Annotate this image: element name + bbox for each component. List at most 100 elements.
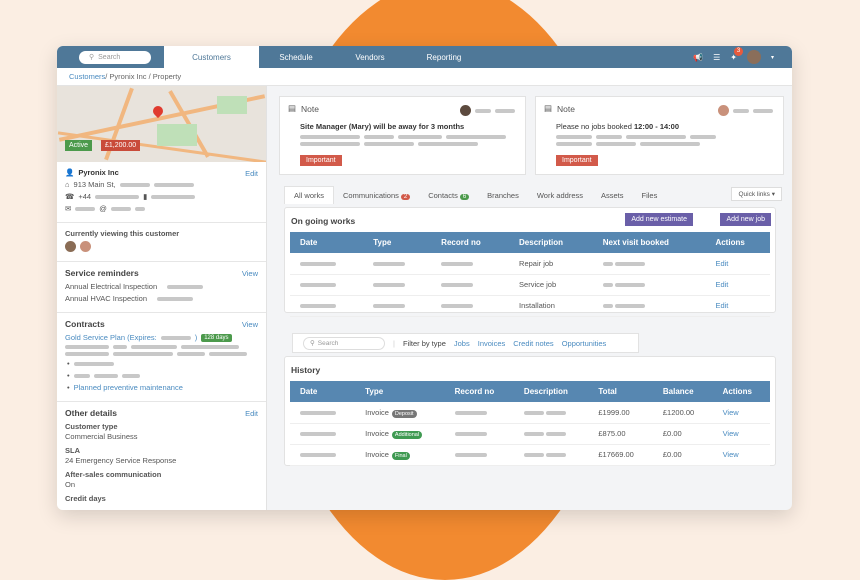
edit-customer-link[interactable]: Edit (245, 169, 258, 178)
history-search-input[interactable]: ⚲ Search (303, 336, 385, 350)
balance-badge: £1,200.00 (101, 140, 141, 151)
address-text: 913 Main St, (73, 180, 116, 189)
important-button[interactable]: Important (556, 155, 598, 166)
tab-customers[interactable]: Customers (164, 46, 259, 68)
user-icon: 👤 (65, 168, 75, 177)
list-icon[interactable]: ☰ (713, 53, 720, 62)
filter-label: Filter by type (402, 338, 446, 348)
reminder-item: Annual HVAC Inspection (65, 294, 147, 303)
row-type: Invoice (365, 450, 389, 459)
table-row[interactable]: Invoice Deposit £1999.00 £1200.00 View (290, 402, 770, 424)
edit-link[interactable]: Edit (705, 295, 770, 317)
notification-badge: 3 (733, 46, 743, 56)
currently-viewing-title: Currently viewing this customer (65, 229, 180, 238)
contract-days-badge: 128 days (201, 333, 232, 342)
table-row[interactable]: Installation Edit (290, 295, 770, 317)
history-title: History (291, 365, 321, 375)
location-map[interactable]: Active £1,200.00 (57, 86, 266, 162)
row-description: Repair job (509, 253, 593, 275)
tab-assets[interactable]: Assets (592, 187, 633, 204)
tab-all-works[interactable]: All works (284, 186, 335, 204)
view-reminders-link[interactable]: View (242, 269, 258, 278)
tab-contacts[interactable]: Contacts 6 (419, 187, 478, 204)
row-balance: £1200.00 (652, 402, 713, 424)
maintenance-link[interactable]: Planned preventive maintenance (74, 383, 183, 392)
megaphone-icon[interactable]: 📢 (693, 53, 703, 62)
table-row[interactable]: Invoice Final £17669.00 £0.00 View (290, 444, 770, 466)
mobile-icon: ▮ (143, 192, 148, 201)
view-link[interactable]: View (712, 444, 770, 466)
col-actions: Actions (712, 381, 770, 402)
other-details-title: Other details (65, 408, 117, 418)
table-row[interactable]: Repair job Edit (290, 253, 770, 275)
tab-communications-label: Communications (343, 190, 399, 200)
filter-invoices[interactable]: Invoices (478, 339, 506, 348)
chevron-down-icon[interactable]: ▾ (771, 54, 774, 61)
tab-schedule[interactable]: Schedule (259, 46, 333, 68)
tab-vendors[interactable]: Vendors (333, 46, 407, 68)
tab-contacts-label: Contacts (428, 190, 458, 200)
note-text: Please no jobs booked (556, 122, 634, 131)
filter-credit-notes[interactable]: Credit notes (513, 339, 553, 348)
history-filter-bar: ⚲ Search | Filter by type Jobs Invoices C… (292, 333, 639, 353)
col-record: Record no (444, 381, 514, 402)
customer-sidebar: Active £1,200.00 👤 Pyronix Inc Edit ⌂ 91… (57, 86, 267, 510)
important-button[interactable]: Important (300, 155, 342, 166)
note-card: ▤ Note Site Manager (Mary) will be away f… (279, 96, 526, 175)
tab-files[interactable]: Files (633, 187, 667, 204)
author-avatar (718, 105, 729, 116)
global-search[interactable]: ⚲ Search (79, 50, 151, 64)
col-date: Date (290, 381, 356, 402)
note-title: Note (557, 103, 575, 114)
notifications-icon[interactable]: ✦ 3 (730, 46, 743, 62)
contracts-title: Contracts (65, 319, 105, 329)
user-avatar[interactable] (746, 50, 761, 64)
chevron-down-icon: ▾ (771, 191, 775, 198)
contract-plan-link[interactable]: Gold Service Plan (Expires: (65, 333, 157, 342)
col-description: Description (509, 232, 593, 253)
contacts-count: 6 (459, 193, 470, 200)
top-icons: 📢 ☰ ✦ 3 ▾ (693, 46, 774, 68)
filter-opportunities[interactable]: Opportunities (562, 339, 607, 348)
customer-name: Pyronix Inc (78, 168, 119, 177)
tab-work-address[interactable]: Work address (528, 187, 592, 204)
nav-tabs: Customers Schedule Vendors Reporting (164, 46, 481, 68)
breadcrumb-customers[interactable]: Customers (69, 72, 105, 81)
ongoing-works-title: On going works (291, 216, 356, 226)
view-link[interactable]: View (712, 402, 770, 424)
viewer-avatar (65, 241, 76, 252)
add-job-button[interactable]: Add new job (720, 213, 771, 226)
other-details: Other details Edit Customer type Commerc… (57, 402, 266, 510)
bullet-icon: • (67, 359, 70, 368)
row-total: £1999.00 (588, 402, 653, 424)
table-row[interactable]: Invoice Additional £875.00 £0.00 View (290, 423, 770, 445)
note-text: Site Manager (Mary) will be away for 3 m… (300, 122, 465, 131)
invoice-type-pill: Deposit (391, 409, 417, 418)
edit-link[interactable]: Edit (705, 274, 770, 296)
communications-count: 2 (400, 193, 411, 200)
email-at: @ (99, 204, 107, 213)
ongoing-works-panel: On going works Add new estimate Add new … (284, 207, 776, 317)
credit-days-label: Credit days (65, 494, 106, 503)
contract-plan-close: ) (194, 333, 198, 342)
search-icon: ⚲ (89, 54, 95, 61)
email-icon: ✉ (65, 204, 72, 213)
view-contracts-link[interactable]: View (242, 320, 258, 329)
bullet-icon: • (67, 383, 70, 392)
home-icon: ⌂ (65, 180, 70, 189)
tab-branches[interactable]: Branches (478, 187, 528, 204)
breadcrumb-rest: / Pyronix Inc / Property (105, 72, 182, 81)
edit-details-link[interactable]: Edit (245, 409, 258, 418)
quick-links-dropdown[interactable]: Quick links ▾ (731, 187, 782, 201)
view-link[interactable]: View (712, 423, 770, 445)
breadcrumb: Customers / Pyronix Inc / Property (57, 68, 792, 86)
note-title: Note (301, 103, 319, 114)
tab-reporting[interactable]: Reporting (407, 46, 481, 68)
row-total: £875.00 (588, 423, 653, 445)
edit-link[interactable]: Edit (705, 253, 770, 275)
tab-communications[interactable]: Communications 2 (334, 187, 419, 204)
currently-viewing: Currently viewing this customer (57, 223, 266, 262)
filter-jobs[interactable]: Jobs (454, 339, 470, 348)
table-row[interactable]: Service job Edit (290, 274, 770, 296)
add-estimate-button[interactable]: Add new estimate (625, 213, 693, 226)
